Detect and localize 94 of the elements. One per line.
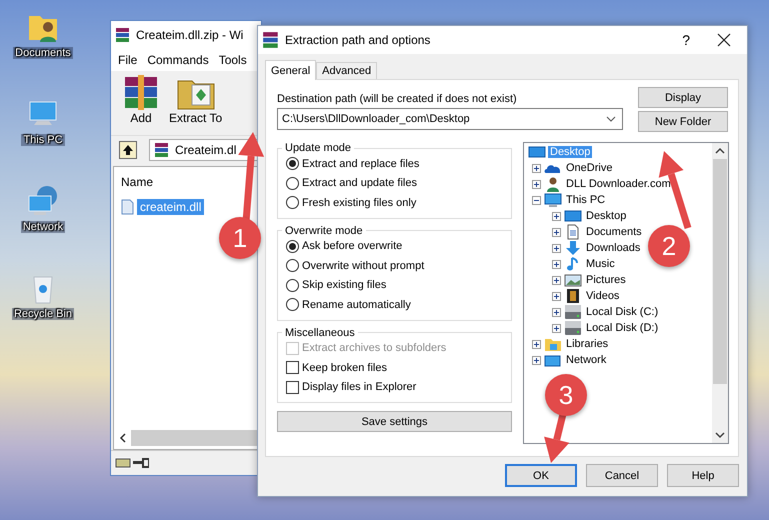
left-chevron-icon[interactable] [119,433,127,443]
drive-icon [564,304,582,320]
tab[interactable]: General [265,60,316,80]
option-label: Skip existing files [302,279,386,292]
tree-item[interactable]: DLL Downloader.com [564,178,673,190]
landscape-icon [564,272,582,288]
expand-toggle[interactable] [552,292,561,300]
toolbar-button[interactable]: Add [119,73,163,135]
option-label: Keep broken files [302,362,387,374]
books-icon [154,142,170,158]
option-label: Extract and update files [302,177,417,190]
side-button[interactable]: Display [638,87,728,108]
desktop-icon-label[interactable]: This PC [21,134,65,146]
group-label: Miscellaneous [284,326,356,338]
up-chevron-icon[interactable] [715,147,725,155]
menu-item[interactable]: Tools [218,53,247,67]
tree-item[interactable]: Downloads [584,242,642,254]
option-label: Extract and replace files [302,158,420,170]
tree-item[interactable]: Videos [584,290,622,302]
arrow [544,413,570,463]
group-label: Overwrite mode [284,224,364,236]
expand-toggle[interactable] [552,260,561,268]
key-icon [133,458,149,468]
down-arrow-icon [564,240,582,256]
checkbox[interactable] [286,361,299,374]
down-chevron-icon[interactable] [715,431,725,439]
expand-toggle[interactable] [552,244,561,252]
tree-item[interactable]: Pictures [584,274,628,286]
field-label: Destination path (will be created if does not exist) [277,93,518,105]
tree-item[interactable]: This PC [564,194,608,206]
help-button[interactable]: ? [666,32,706,48]
expand-toggle[interactable] [552,212,561,220]
drive-icon [115,457,131,469]
expand-toggle[interactable] [532,340,541,348]
column-header[interactable]: Name [121,175,154,189]
radio-button[interactable] [286,278,299,292]
option-label: Fresh existing files only [302,196,416,209]
tree-item[interactable]: OneDrive [564,162,614,174]
menu-item[interactable]: File [118,53,138,67]
toolbar-button[interactable]: Extract To [167,73,224,135]
tree-item[interactable]: Network [564,354,608,366]
option-label: Overwrite without prompt [302,260,424,272]
up-arrow-icon[interactable] [122,144,134,156]
monitor-icon [528,144,546,160]
up-arrow-button[interactable] [119,141,137,159]
radio-button[interactable] [286,176,299,190]
option-label: Display files in Explorer [302,381,416,394]
path-combo-box[interactable]: C:\Users\DllDownloader_com\Desktop [277,108,623,130]
person-icon [544,176,562,192]
file-icon [121,199,134,215]
expand-toggle[interactable] [552,324,561,332]
dialog-button[interactable]: Help [667,464,739,487]
expand-toggle[interactable] [532,196,541,204]
film-icon [564,288,582,304]
window-title: Createim.dll.zip - Wi [136,28,244,42]
desktop-icon-label[interactable]: Network [20,221,66,233]
menu-item[interactable]: Commands [147,53,209,67]
group-label: Update mode [284,142,352,154]
tree-item[interactable]: Desktop [584,210,628,222]
dialog-button[interactable]: Cancel [586,464,658,487]
tab[interactable]: Advanced [316,62,378,79]
expand-toggle[interactable] [552,228,561,236]
save-settings-button[interactable]: Save settings [277,411,512,432]
computer-icon [544,192,562,208]
drive-icon [564,320,582,336]
folder-icon [544,336,562,352]
radio-button[interactable] [286,259,299,272]
close-icon[interactable] [717,33,731,47]
radio-button[interactable] [286,298,299,312]
dialog-button[interactable]: OK [505,464,577,487]
tree-item[interactable]: Local Disk (C:) [584,306,660,318]
side-button[interactable]: New Folder [638,111,728,132]
option-label: Ask before overwrite [302,240,402,252]
expand-toggle[interactable] [532,180,541,188]
radio-button[interactable] [286,157,299,170]
expand-toggle[interactable] [532,164,541,172]
scrollbar[interactable] [712,143,728,443]
tree-item[interactable]: Local Disk (D:) [584,322,660,334]
radio-button[interactable] [286,240,299,253]
expand-toggle[interactable] [552,308,561,316]
desktop-icon-label[interactable]: Documents [13,47,73,59]
books-icon [115,27,131,43]
option-label: Rename automatically [302,298,411,311]
checkbox[interactable] [286,380,299,394]
dialog-title: Extraction path and options [285,33,432,47]
radio-button[interactable] [286,196,299,210]
books-icon [262,31,280,49]
tree-item[interactable]: Libraries [564,338,610,350]
tree-item[interactable]: Documents [584,226,644,238]
option-label: Extract archives to subfolders [302,342,446,354]
monitor-icon [564,208,582,224]
expand-toggle[interactable] [552,276,561,284]
tree-item[interactable]: Music [584,258,617,270]
expand-toggle[interactable] [532,356,541,364]
